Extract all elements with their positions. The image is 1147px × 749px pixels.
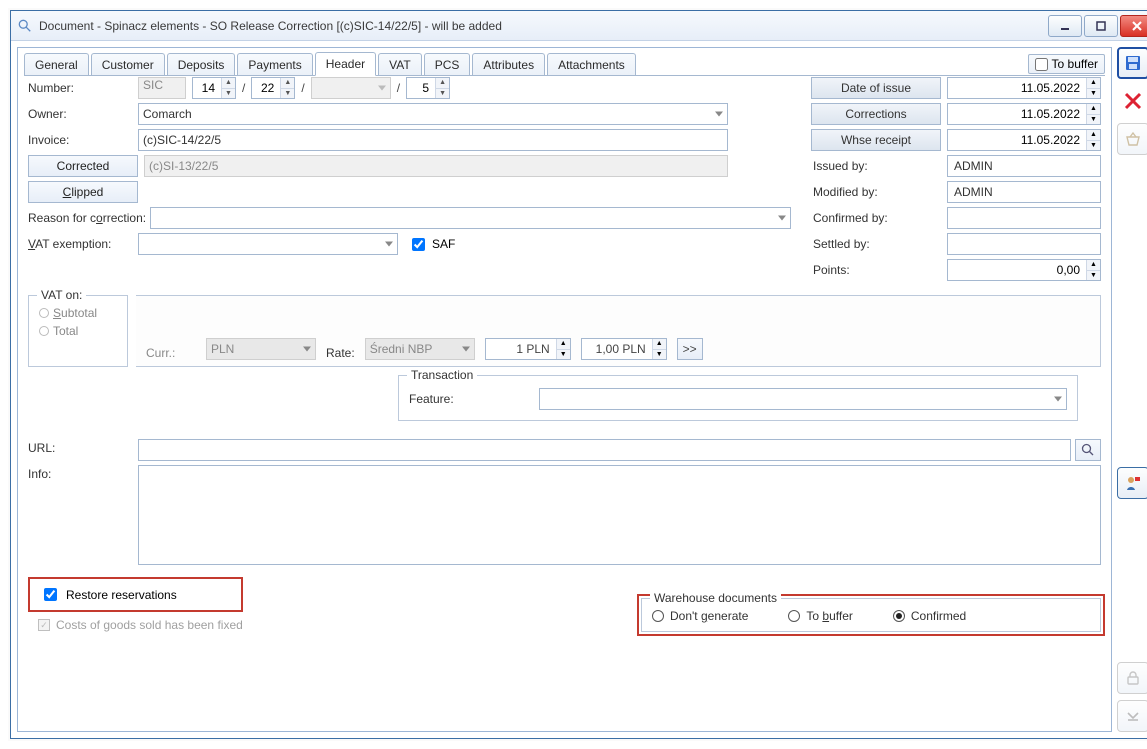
issued-by-value: ADMIN (947, 155, 1101, 177)
magnifier-icon (1081, 443, 1095, 457)
tab-header[interactable]: Header (315, 52, 376, 76)
tab-general[interactable]: General (24, 53, 89, 76)
feature-label: Feature: (409, 392, 539, 406)
modified-by-label: Modified by: (811, 185, 941, 199)
save-button[interactable] (1117, 47, 1147, 79)
modified-by-value: ADMIN (947, 181, 1101, 203)
person-flag-icon (1124, 474, 1142, 492)
tab-attributes[interactable]: Attributes (472, 53, 545, 76)
floppy-icon (1124, 54, 1142, 72)
maximize-button[interactable] (1084, 15, 1118, 37)
rate-name-combo[interactable]: Średni NBP (365, 338, 475, 360)
tab-customer[interactable]: Customer (91, 53, 165, 76)
reason-combo[interactable] (150, 207, 791, 229)
confirmed-by-label: Confirmed by: (811, 211, 941, 225)
number-p1-spin[interactable]: 14▲▼ (192, 77, 236, 99)
owner-label: Owner: (28, 107, 138, 121)
vat-total-radio: Total (39, 324, 117, 338)
date-of-issue-button[interactable]: Date of issue (811, 77, 941, 99)
rate-from[interactable]: 1 PLN▲▼ (485, 338, 571, 360)
restore-reservations-highlight: Restore reservations (28, 577, 243, 612)
invoice-label: Invoice: (28, 133, 138, 147)
vat-on-group: VAT on: Subtotal Total (28, 295, 128, 367)
settled-by-value (947, 233, 1101, 255)
side-toolbar (1116, 41, 1147, 738)
right-info-panel: Date of issue 11.05.2022▲▼ Corrections 1… (811, 77, 1101, 285)
tab-attachments[interactable]: Attachments (547, 53, 636, 76)
basket-icon (1124, 130, 1142, 148)
currency-band: Curr.: PLN Rate: Średni NBP 1 PLN▲▼ 1,00… (136, 295, 1101, 367)
currency-combo[interactable]: PLN (206, 338, 316, 360)
window-title: Document - Spinacz elements - SO Release… (39, 19, 1046, 33)
vat-exemption-combo[interactable] (138, 233, 398, 255)
tabs: General Customer Deposits Payments Heade… (18, 48, 1111, 76)
cogs-fixed-checkbox: ✓ Costs of goods sold has been fixed (28, 618, 243, 632)
document-window: Document - Spinacz elements - SO Release… (10, 10, 1147, 739)
lock-icon (1124, 669, 1142, 687)
number-label: Number: (28, 81, 138, 95)
to-buffer-checkbox[interactable] (1035, 58, 1048, 71)
to-buffer-label: To buffer (1052, 57, 1098, 71)
close-button[interactable] (1120, 15, 1147, 37)
url-label: URL: (28, 439, 138, 455)
number-p3-combo[interactable] (311, 77, 391, 99)
whse-receipt-value[interactable]: 11.05.2022▲▼ (947, 129, 1101, 151)
owner-combo[interactable]: Comarch (138, 103, 728, 125)
invoice-input[interactable] (138, 129, 728, 151)
warehouse-documents-group: Warehouse documents Don't generate To bu… (641, 598, 1101, 632)
date-of-issue-value[interactable]: 11.05.2022▲▼ (947, 77, 1101, 99)
main-panel: General Customer Deposits Payments Heade… (17, 47, 1112, 732)
corrections-date-button[interactable]: Corrections (811, 103, 941, 125)
to-buffer-toggle[interactable]: To buffer (1028, 54, 1105, 74)
titlebar: Document - Spinacz elements - SO Release… (11, 11, 1147, 41)
clipped-button[interactable]: CClippedlipped (28, 181, 138, 203)
info-label: Info: (28, 465, 138, 481)
collapse-icon (1124, 707, 1142, 725)
x-icon (1122, 90, 1144, 112)
feature-combo[interactable] (539, 388, 1067, 410)
app-icon (17, 18, 33, 34)
rate-label: Rate: (326, 346, 355, 360)
url-open-button[interactable] (1075, 439, 1101, 461)
wh-dont-generate-radio[interactable]: Don't generate (652, 609, 748, 623)
corrected-button[interactable]: Corrected (28, 155, 138, 177)
vat-exemption-label: VAT exemption: (28, 237, 138, 251)
tab-deposits[interactable]: Deposits (167, 53, 236, 76)
restore-reservations-checkbox[interactable]: Restore reservations (40, 585, 177, 604)
confirmed-by-value (947, 207, 1101, 229)
person-button[interactable] (1117, 467, 1147, 499)
vat-subtotal-radio: Subtotal (39, 306, 117, 320)
window-controls (1046, 15, 1147, 37)
lock-button (1117, 662, 1147, 694)
cancel-button[interactable] (1117, 85, 1147, 117)
number-p4-spin[interactable]: 5▲▼ (406, 77, 450, 99)
issued-by-label: Issued by: (811, 159, 941, 173)
info-textarea[interactable] (138, 465, 1101, 565)
corrections-date-value[interactable]: 11.05.2022▲▼ (947, 103, 1101, 125)
tab-pcs[interactable]: PCS (424, 53, 471, 76)
collapse-button (1117, 700, 1147, 732)
saf-checkbox[interactable]: SAF (408, 235, 455, 254)
number-series: SIC (138, 77, 186, 99)
number-p2-spin[interactable]: 22▲▼ (251, 77, 295, 99)
url-input[interactable] (138, 439, 1071, 461)
tab-payments[interactable]: Payments (237, 53, 312, 76)
rate-go-button[interactable]: >> (677, 338, 703, 360)
tab-vat[interactable]: VAT (378, 53, 422, 76)
settled-by-label: Settled by: (811, 237, 941, 251)
transaction-group: Transaction Feature: (398, 375, 1078, 421)
corrected-value (144, 155, 728, 177)
wh-confirmed-radio[interactable]: Confirmed (893, 609, 966, 623)
minimize-button[interactable] (1048, 15, 1082, 37)
basket-button (1117, 123, 1147, 155)
wh-to-buffer-radio[interactable]: To buffer (788, 609, 853, 623)
curr-label: Curr.: (146, 346, 196, 360)
reason-label: Reason for correction: (28, 211, 146, 225)
points-value[interactable]: 0,00▲▼ (947, 259, 1101, 281)
rate-to[interactable]: 1,00 PLN▲▼ (581, 338, 667, 360)
whse-receipt-button[interactable]: Whse receipt (811, 129, 941, 151)
points-label: Points: (811, 263, 941, 277)
